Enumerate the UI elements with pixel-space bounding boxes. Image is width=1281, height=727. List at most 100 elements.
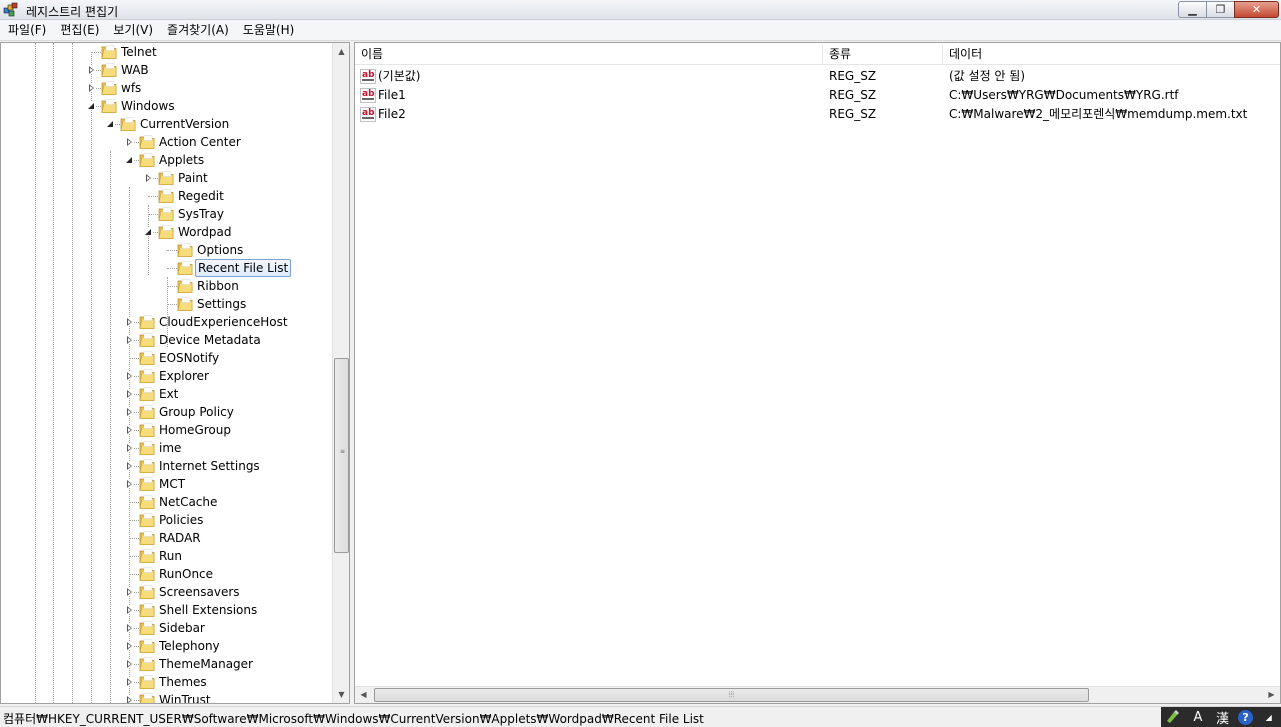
folder-icon	[139, 603, 155, 617]
tree-node[interactable]: ime	[1, 439, 333, 457]
value-name: (기본값)	[378, 69, 421, 83]
expand-arrow-icon[interactable]	[125, 407, 134, 416]
tree-node[interactable]: Options	[1, 241, 333, 259]
tree-node[interactable]: Sidebar	[1, 619, 333, 637]
tree-node[interactable]: wfs	[1, 79, 333, 97]
tree-node[interactable]: Windows	[1, 97, 333, 115]
tree-node[interactable]: EOSNotify	[1, 349, 333, 367]
tree-node[interactable]: ThemeManager	[1, 655, 333, 673]
tree-node-label: WAB	[121, 63, 149, 77]
minimize-button[interactable]: ▁	[1178, 1, 1207, 18]
tree-node[interactable]: Explorer	[1, 367, 333, 385]
tree-node[interactable]: Device Metadata	[1, 331, 333, 349]
tree-node[interactable]: WinTrust	[1, 691, 333, 703]
tree-node[interactable]: Run	[1, 547, 333, 565]
scroll-right-arrow-icon[interactable]: ▶	[1263, 687, 1280, 702]
list-row-default[interactable]: ab (기본값) REG_SZ (값 설정 안 됨)	[355, 67, 1280, 86]
menu-edit[interactable]: 편집(E)	[54, 20, 105, 41]
tree-node[interactable]: Ribbon	[1, 277, 333, 295]
tree-node[interactable]: SysTray	[1, 205, 333, 223]
menu-file[interactable]: 파일(F)	[2, 20, 52, 41]
tree-scroll-thumb[interactable]: ≡	[334, 358, 349, 553]
maximize-button[interactable]: ❐	[1206, 1, 1235, 18]
collapse-arrow-icon[interactable]	[87, 101, 96, 110]
expand-arrow-icon[interactable]	[125, 137, 134, 146]
tree-node[interactable]: NetCache	[1, 493, 333, 511]
expand-arrow-icon[interactable]	[87, 83, 96, 92]
menu-favorites[interactable]: 즐겨찾기(A)	[161, 20, 235, 41]
expand-arrow-icon[interactable]	[125, 623, 134, 632]
tree-node[interactable]: Screensavers	[1, 583, 333, 601]
folder-icon	[177, 297, 193, 311]
scroll-left-arrow-icon[interactable]: ◀	[355, 687, 372, 702]
tree-node[interactable]: Action Center	[1, 133, 333, 151]
tree-node[interactable]: Recent File List	[1, 259, 333, 277]
expand-arrow-icon[interactable]	[125, 641, 134, 650]
help-icon[interactable]: ?	[1238, 709, 1254, 725]
ime-mode-a[interactable]: A	[1189, 709, 1207, 725]
expand-arrow-icon[interactable]	[125, 425, 134, 434]
collapse-arrow-icon[interactable]	[125, 155, 134, 164]
tree-node[interactable]: Applets	[1, 151, 333, 169]
tree-node[interactable]: Shell Extensions	[1, 601, 333, 619]
column-header-type[interactable]: 종류	[823, 43, 941, 65]
tree-node[interactable]: Ext	[1, 385, 333, 403]
tree-node[interactable]: RADAR	[1, 529, 333, 547]
expand-arrow-icon[interactable]	[125, 659, 134, 668]
close-button[interactable]: ✕	[1234, 1, 1279, 18]
tree-node[interactable]: Internet Settings	[1, 457, 333, 475]
tree-node[interactable]: Telnet	[1, 43, 333, 61]
tree-node[interactable]: Paint	[1, 169, 333, 187]
tree-node-label: Shell Extensions	[159, 603, 258, 617]
tree-node[interactable]: CloudExperienceHost	[1, 313, 333, 331]
list-scroll-thumb[interactable]: ⦙⦙⦙	[374, 688, 1089, 702]
folder-icon	[139, 513, 155, 527]
expand-arrow-icon[interactable]	[125, 461, 134, 470]
expand-arrow-icon[interactable]	[144, 173, 153, 182]
tree-node[interactable]: HomeGroup	[1, 421, 333, 439]
ime-mode-hanja[interactable]: 漢	[1213, 709, 1231, 727]
tree-node[interactable]: Policies	[1, 511, 333, 529]
menu-help[interactable]: 도움말(H)	[237, 20, 301, 41]
tree-node[interactable]: MCT	[1, 475, 333, 493]
tree-node[interactable]: Settings	[1, 295, 333, 313]
scroll-down-arrow-icon[interactable]: ▼	[333, 686, 349, 703]
folder-icon	[101, 63, 117, 77]
expand-arrow-icon[interactable]	[125, 677, 134, 686]
tree-node[interactable]: Themes	[1, 673, 333, 691]
ime-menu-icon[interactable]: ◢	[1260, 709, 1278, 725]
scroll-up-arrow-icon[interactable]: ▲	[333, 43, 349, 60]
folder-icon	[139, 639, 155, 653]
list-row-file1[interactable]: ab File1 REG_SZ C:₩Users₩YRG₩Documents₩Y…	[355, 86, 1280, 105]
expand-arrow-icon[interactable]	[87, 65, 96, 74]
menu-view[interactable]: 보기(V)	[107, 20, 159, 41]
expand-arrow-icon[interactable]	[125, 443, 134, 452]
expand-arrow-icon[interactable]	[125, 317, 134, 326]
tree-node[interactable]: Regedit	[1, 187, 333, 205]
expand-arrow-icon[interactable]	[125, 371, 134, 380]
column-header-name[interactable]: 이름	[355, 43, 821, 65]
tree-node[interactable]: Group Policy	[1, 403, 333, 421]
expand-arrow-icon[interactable]	[125, 335, 134, 344]
list-horizontal-scrollbar[interactable]: ◀ ⦙⦙⦙ ▶	[355, 686, 1280, 703]
expand-arrow-icon[interactable]	[125, 605, 134, 614]
value-type: REG_SZ	[829, 88, 877, 102]
collapse-arrow-icon[interactable]	[106, 119, 115, 128]
tree-node[interactable]: Wordpad	[1, 223, 333, 241]
ime-tool-icon[interactable]	[1164, 709, 1182, 725]
value-type: REG_SZ	[829, 107, 877, 121]
tree-node[interactable]: CurrentVersion	[1, 115, 333, 133]
tree-node-label: Applets	[159, 153, 205, 167]
tree-node[interactable]: WAB	[1, 61, 333, 79]
expand-arrow-icon[interactable]	[125, 389, 134, 398]
regedit-icon[interactable]	[3, 2, 19, 18]
tree-node[interactable]: Telephony	[1, 637, 333, 655]
tree-node[interactable]: RunOnce	[1, 565, 333, 583]
column-header-data[interactable]: 데이터	[943, 43, 1273, 65]
collapse-arrow-icon[interactable]	[144, 227, 153, 236]
tree-vertical-scrollbar[interactable]: ▲ ≡ ▼	[332, 43, 349, 703]
expand-arrow-icon[interactable]	[125, 587, 134, 596]
expand-arrow-icon[interactable]	[125, 479, 134, 488]
list-row-file2[interactable]: ab File2 REG_SZ C:₩Malware₩2_메모리포렌식₩memd…	[355, 105, 1280, 124]
expand-arrow-icon[interactable]	[125, 695, 134, 703]
